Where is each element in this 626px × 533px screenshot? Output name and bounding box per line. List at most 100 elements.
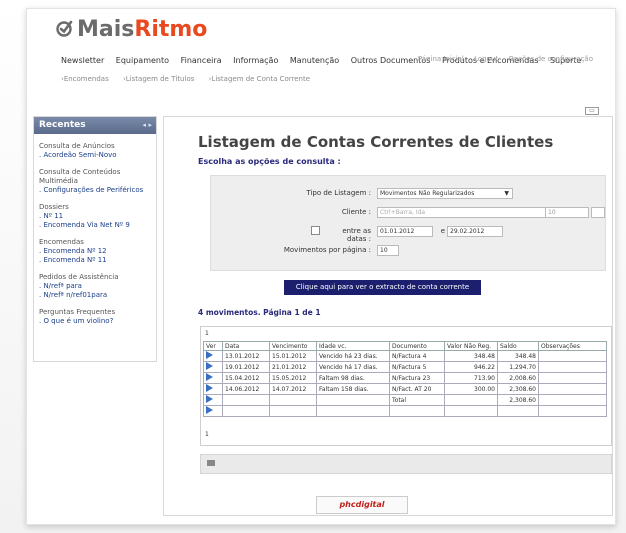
cliente-input[interactable]: Ctrl+Barra, Ida bbox=[377, 207, 546, 218]
breadcrumb-item[interactable]: ›Encomendas bbox=[61, 75, 115, 83]
col-data[interactable]: Data bbox=[222, 341, 270, 351]
sidebar-category: Perguntas Frequentes bbox=[39, 308, 116, 316]
col-idade[interactable]: Idade vc. bbox=[316, 341, 390, 351]
home-link[interactable]: Página Inicial bbox=[418, 55, 464, 63]
view-cell bbox=[203, 372, 223, 384]
cell bbox=[538, 394, 607, 406]
sidebar-category: Pedidos de Assistência bbox=[39, 273, 119, 281]
date-to-input[interactable]: 29.02.2012 bbox=[447, 226, 503, 237]
sidebar-item[interactable]: . N/refª para bbox=[39, 282, 151, 291]
logout-link[interactable]: Logout bbox=[474, 55, 498, 63]
pagination-bottom[interactable]: 1 bbox=[205, 431, 209, 438]
cell bbox=[269, 394, 317, 406]
total-value: 2,308.60 bbox=[497, 394, 539, 406]
nav-item-newsletter[interactable]: Newsletter bbox=[61, 56, 104, 65]
nav-item-manutencao[interactable]: Manutenção bbox=[290, 56, 339, 65]
cell bbox=[316, 405, 390, 417]
play-icon[interactable] bbox=[206, 351, 213, 359]
table-row-empty bbox=[203, 405, 607, 417]
sidebar-recentes: Recentes ◂ ▸ Consulta de Anúncios . Acor… bbox=[33, 116, 157, 362]
sidebar-item[interactable]: . Nº 11 bbox=[39, 212, 151, 221]
total-label: Total bbox=[389, 394, 445, 406]
nav-item-financeira[interactable]: Financeira bbox=[181, 56, 222, 65]
cell bbox=[316, 394, 390, 406]
date-sep-label: e bbox=[440, 227, 445, 235]
cell: 348.48 bbox=[497, 350, 539, 362]
cell: 2,008.60 bbox=[497, 372, 539, 384]
movements-table: Ver Data Vencimento Idade vc. Documento … bbox=[203, 341, 607, 417]
cell: N/Fact. AT 20 bbox=[389, 383, 445, 395]
tipo-select[interactable]: Movimentos Não Regularizados ▼ bbox=[377, 188, 513, 199]
sidebar-item[interactable]: . Encomenda Via Net Nº 9 bbox=[39, 221, 151, 230]
col-observacoes[interactable]: Observações bbox=[538, 341, 607, 351]
folder-icon[interactable] bbox=[207, 460, 215, 466]
sidebar-item[interactable]: . Encomenda Nº 11 bbox=[39, 256, 151, 265]
sidebar-item[interactable]: . Encomenda Nº 12 bbox=[39, 247, 151, 256]
breadcrumb-item[interactable]: ›Listagem de Conta Corrente bbox=[209, 75, 316, 83]
cell: 13.01.2012 bbox=[222, 350, 270, 362]
top-links: Página Inicial Logout Opções de configur… bbox=[410, 55, 593, 63]
settings-link[interactable]: Opções de configuração bbox=[508, 55, 593, 63]
table-row: 19.01.2012 21.01.2012 Vencido há 17 dias… bbox=[203, 361, 607, 373]
sidebar-section: Dossiers . Nº 11 . Encomenda Via Net Nº … bbox=[34, 203, 156, 230]
browser-frame: MaisRitmo Newsletter Equipamento Finance… bbox=[26, 8, 616, 525]
sidebar-item[interactable]: . Configurações de Periféricos bbox=[39, 186, 151, 195]
collapse-icon[interactable]: ▭ bbox=[585, 107, 599, 115]
sidebar-item[interactable]: . N/refª n/ref01para bbox=[39, 291, 151, 300]
col-saldo[interactable]: Saldo bbox=[497, 341, 539, 351]
cell: 348.48 bbox=[444, 350, 498, 362]
play-icon[interactable] bbox=[206, 373, 213, 381]
play-icon[interactable] bbox=[206, 362, 213, 370]
movements-table-container: 1 Ver Data Vencimento Idade vc. Document… bbox=[200, 326, 612, 446]
view-cell bbox=[203, 405, 223, 417]
col-vencimento[interactable]: Vencimento bbox=[269, 341, 317, 351]
play-icon[interactable] bbox=[206, 406, 213, 414]
pagination-top[interactable]: 1 bbox=[205, 330, 209, 337]
breadcrumb: ›Encomendas ›Listagem de Títulos ›Listag… bbox=[61, 75, 322, 83]
cell bbox=[538, 350, 607, 362]
cell bbox=[222, 394, 270, 406]
cell: 300.00 bbox=[444, 383, 498, 395]
view-cell bbox=[203, 383, 223, 395]
sidebar-item[interactable]: . Acordeão Semi-Novo bbox=[39, 151, 151, 160]
cliente-code-input[interactable]: 10 bbox=[545, 207, 589, 218]
movs-input[interactable]: 10 bbox=[377, 245, 399, 256]
date-range-checkbox[interactable] bbox=[311, 226, 320, 235]
col-valor[interactable]: Valor Não Reg. bbox=[444, 341, 498, 351]
breadcrumb-item[interactable]: ›Listagem de Títulos bbox=[123, 75, 200, 83]
sidebar-controls-icon[interactable]: ◂ ▸ bbox=[143, 117, 152, 134]
table-header-row: Ver Data Vencimento Idade vc. Documento … bbox=[203, 341, 607, 351]
cell bbox=[538, 383, 607, 395]
query-options-form: Tipo de Listagem : Movimentos Não Regula… bbox=[210, 175, 606, 271]
cell bbox=[538, 405, 607, 417]
cell: N/Factura 23 bbox=[389, 372, 445, 384]
date-from-input[interactable]: 01.01.2012 bbox=[377, 226, 433, 237]
nav-item-informacao[interactable]: Informação bbox=[233, 56, 278, 65]
cell: Faltam 98 dias. bbox=[316, 372, 390, 384]
cell bbox=[269, 405, 317, 417]
play-icon[interactable] bbox=[206, 384, 213, 392]
cliente-extra-input[interactable] bbox=[591, 207, 605, 218]
movs-label: Movimentos por página : bbox=[283, 246, 371, 254]
sidebar-section: Encomendas . Encomenda Nº 12 . Encomenda… bbox=[34, 238, 156, 265]
cell: Vencido há 17 dias. bbox=[316, 361, 390, 373]
sidebar-title: Recentes bbox=[39, 120, 86, 130]
col-ver: Ver bbox=[203, 341, 223, 351]
view-extract-button[interactable]: Clique aqui para ver o extracto de conta… bbox=[284, 280, 481, 295]
cell: 2,308.60 bbox=[497, 383, 539, 395]
cell bbox=[538, 372, 607, 384]
view-cell bbox=[203, 350, 223, 362]
col-documento[interactable]: Documento bbox=[389, 341, 445, 351]
sidebar-category: Encomendas bbox=[39, 238, 84, 246]
sidebar-category: Consulta de Conteúdos Multimédia bbox=[39, 168, 121, 185]
table-row-total: Total 2,308.60 bbox=[203, 394, 607, 406]
nav-item-equipamento[interactable]: Equipamento bbox=[116, 56, 169, 65]
logo[interactable]: MaisRitmo bbox=[55, 17, 207, 43]
sidebar-item[interactable]: . O que é um violino? bbox=[39, 317, 151, 326]
cliente-label: Cliente : bbox=[341, 208, 371, 216]
logo-text-ritmo: Ritmo bbox=[134, 17, 208, 42]
brand-text: phcdigital bbox=[339, 500, 385, 509]
play-icon[interactable] bbox=[206, 395, 213, 403]
cell bbox=[222, 405, 270, 417]
table-row: 14.06.2012 14.07.2012 Faltam 158 dias. N… bbox=[203, 383, 607, 395]
